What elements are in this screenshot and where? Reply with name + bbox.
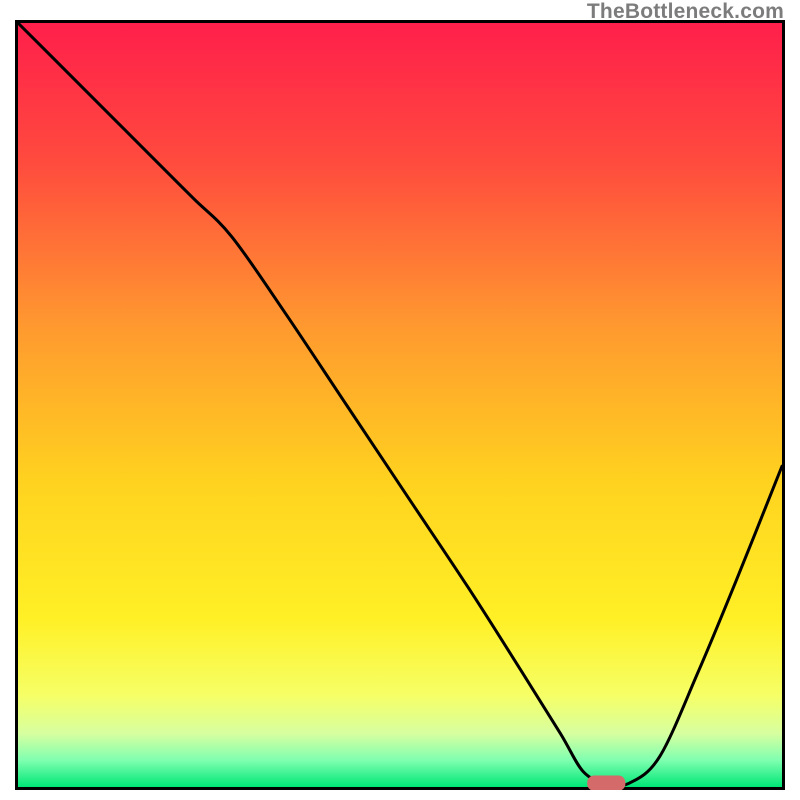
chart-frame bbox=[15, 20, 785, 790]
optimal-range-marker bbox=[587, 776, 625, 790]
chart-svg bbox=[15, 20, 785, 790]
